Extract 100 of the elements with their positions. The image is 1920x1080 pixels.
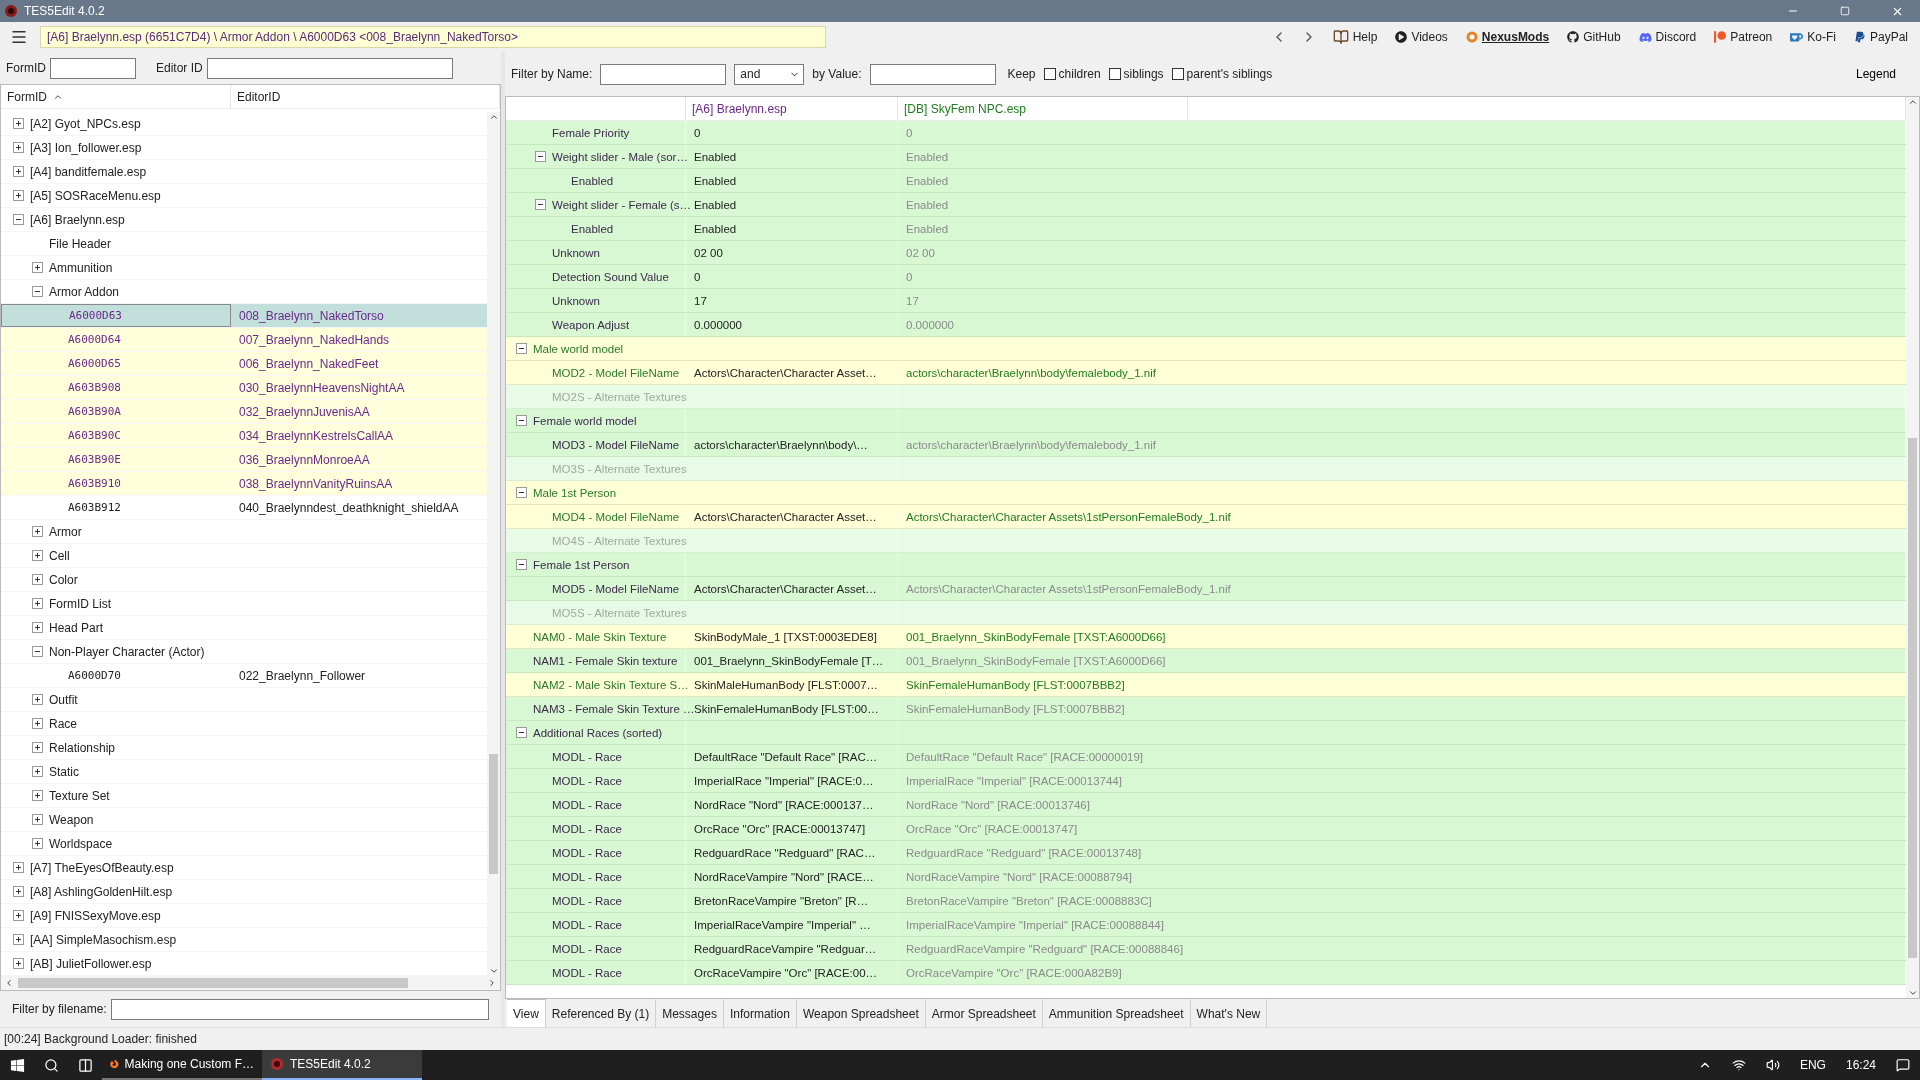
collapse-icon[interactable]	[516, 415, 527, 426]
expand-icon[interactable]	[13, 910, 24, 921]
clock[interactable]: 16:24	[1835, 1058, 1886, 1072]
keep-checkbox[interactable]: siblings	[1108, 67, 1164, 81]
operator-dropdown[interactable]: and	[734, 63, 805, 85]
scroll-down-icon[interactable]	[1907, 988, 1918, 998]
toolbar-link[interactable]: Help	[1328, 29, 1382, 45]
field-value: Enabled	[694, 174, 737, 187]
expand-icon[interactable]	[13, 886, 24, 897]
column-header[interactable]: FormID	[1, 85, 231, 108]
formid-label: FormID	[6, 61, 46, 75]
editor-id-text: 032_BraelynnJuvenisAA	[239, 404, 370, 419]
toolbar-link[interactable]: Ko-Fi	[1786, 30, 1840, 44]
filename-filter-label: Filter by filename:	[12, 1002, 107, 1016]
column-header[interactable]: [DB] SkyFem NPC.esp	[898, 97, 1188, 120]
expand-icon[interactable]	[13, 142, 24, 153]
tree-row[interactable]: A603B908 030_BraelynnHeavensNightAA	[1, 376, 487, 400]
field-label: Weapon Adjust	[552, 318, 630, 331]
formid-field[interactable]	[50, 57, 136, 79]
expand-icon[interactable]	[13, 862, 24, 873]
scroll-up-icon[interactable]	[488, 112, 499, 122]
collapse-icon[interactable]	[32, 646, 43, 657]
scroll-down-icon[interactable]	[488, 966, 499, 976]
expand-icon[interactable]	[32, 550, 43, 561]
scroll-thumb[interactable]	[18, 978, 408, 988]
expand-icon[interactable]	[13, 934, 24, 945]
keep-checkbox[interactable]: parent's siblings	[1171, 67, 1273, 81]
checkbox[interactable]	[1043, 68, 1056, 80]
name-filter-field[interactable]	[600, 63, 727, 85]
collapse-icon[interactable]	[516, 559, 527, 570]
toolbar-link[interactable]: GitHub	[1563, 30, 1625, 44]
value-filter-field[interactable]	[869, 63, 996, 85]
collapse-icon[interactable]	[13, 214, 24, 225]
form-id-text: A603B910	[68, 477, 121, 490]
checkbox[interactable]	[1171, 68, 1184, 80]
field-label: Female 1st Person	[533, 558, 630, 571]
editor-id-text: 034_BraelynnKestrelsCallAA	[239, 428, 394, 443]
expand-icon[interactable]	[13, 166, 24, 177]
filename-filter-field[interactable]	[110, 998, 489, 1020]
tree-row[interactable]: A603B90A 032_BraelynnJuvenisAA	[1, 400, 487, 424]
toolbar-link[interactable]: Discord	[1634, 30, 1701, 44]
tree-row[interactable]: A6000D64 007_Braelynn_NakedHands	[1, 328, 487, 352]
expand-icon[interactable]	[32, 622, 43, 633]
tree-row[interactable]: A603B90E 036_BraelynnMonroeAA	[1, 448, 487, 472]
language-indicator[interactable]: ENG	[1789, 1058, 1836, 1072]
expand-icon[interactable]	[13, 118, 24, 129]
collapse-icon[interactable]	[535, 151, 546, 162]
field-value: 02 00	[906, 246, 935, 259]
collapse-icon[interactable]	[516, 487, 527, 498]
scrollbar[interactable]	[1906, 97, 1919, 998]
expand-icon[interactable]	[13, 958, 24, 969]
expand-icon[interactable]	[32, 718, 43, 729]
expand-icon[interactable]	[32, 694, 43, 705]
toolbar-link[interactable]: PayPal	[1849, 30, 1912, 44]
legend-button[interactable]: Legend	[1849, 66, 1902, 82]
collapse-icon[interactable]	[516, 343, 527, 354]
tree-row[interactable]: A603B90C 034_BraelynnKestrelsCallAA	[1, 424, 487, 448]
expand-icon[interactable]	[32, 766, 43, 777]
column-header[interactable]: EditorID	[231, 85, 500, 108]
expand-icon[interactable]	[32, 742, 43, 753]
expand-icon[interactable]	[32, 838, 43, 849]
field-value: NordRace "Nord" [RACE:000137…	[694, 798, 874, 811]
field-value: 0	[694, 126, 701, 139]
scrollbar[interactable]	[1, 976, 500, 990]
collapse-icon[interactable]	[32, 286, 43, 297]
keep-checkbox[interactable]: children	[1043, 67, 1101, 81]
scroll-left-icon[interactable]	[4, 978, 14, 988]
form-id-text: A603B908	[68, 381, 121, 394]
column-header[interactable]: [A6] Braelynn.esp	[686, 97, 898, 120]
expand-icon[interactable]	[13, 190, 24, 201]
taskbar-window[interactable]: TES5Edit 4.0.2	[262, 1050, 422, 1080]
editor-id-text: 040_Braelynndest_deathknight_shieldAA	[239, 500, 459, 515]
scroll-thumb[interactable]	[1908, 437, 1917, 958]
scroll-thumb[interactable]	[489, 754, 498, 874]
field-value: ImperialRaceVampire "Imperial" [RACE:00088844]	[906, 918, 1164, 931]
expand-icon[interactable]	[32, 574, 43, 585]
expand-icon[interactable]	[32, 790, 43, 801]
tree-row[interactable]: A603B910 038_BraelynnVanityRuinsAA	[1, 472, 487, 496]
tree-label: Weapon	[49, 812, 94, 827]
checkbox[interactable]	[1108, 68, 1121, 80]
scroll-up-icon[interactable]	[1907, 97, 1918, 107]
tab[interactable]: View	[507, 999, 546, 1027]
tree-row[interactable]: A6000D65 006_Braelynn_NakedFeet	[1, 352, 487, 376]
tree-label: [A2] Gyot_NPCs.esp	[30, 116, 141, 131]
editorid-field[interactable]	[206, 57, 453, 79]
collapse-icon[interactable]	[535, 199, 546, 210]
expand-icon[interactable]	[32, 598, 43, 609]
editor-id-text: 007_Braelynn_NakedHands	[239, 332, 390, 347]
expand-icon[interactable]	[32, 526, 43, 537]
field-label: MODL - Race	[552, 822, 622, 835]
scroll-right-icon[interactable]	[487, 978, 497, 988]
scrollbar[interactable]	[487, 112, 500, 976]
toolbar-link[interactable]: NexusMods	[1461, 30, 1554, 44]
expand-icon[interactable]	[32, 262, 43, 273]
expand-icon[interactable]	[32, 814, 43, 825]
collapse-icon[interactable]	[516, 727, 527, 738]
toolbar-link[interactable]: Videos	[1391, 30, 1452, 44]
tree-row[interactable]: A6000D63 008_Braelynn_NakedTorso	[1, 304, 487, 328]
toolbar-link[interactable]: Patreon	[1710, 30, 1777, 44]
field-value: Actors\Character\Character Asset…	[694, 366, 877, 379]
